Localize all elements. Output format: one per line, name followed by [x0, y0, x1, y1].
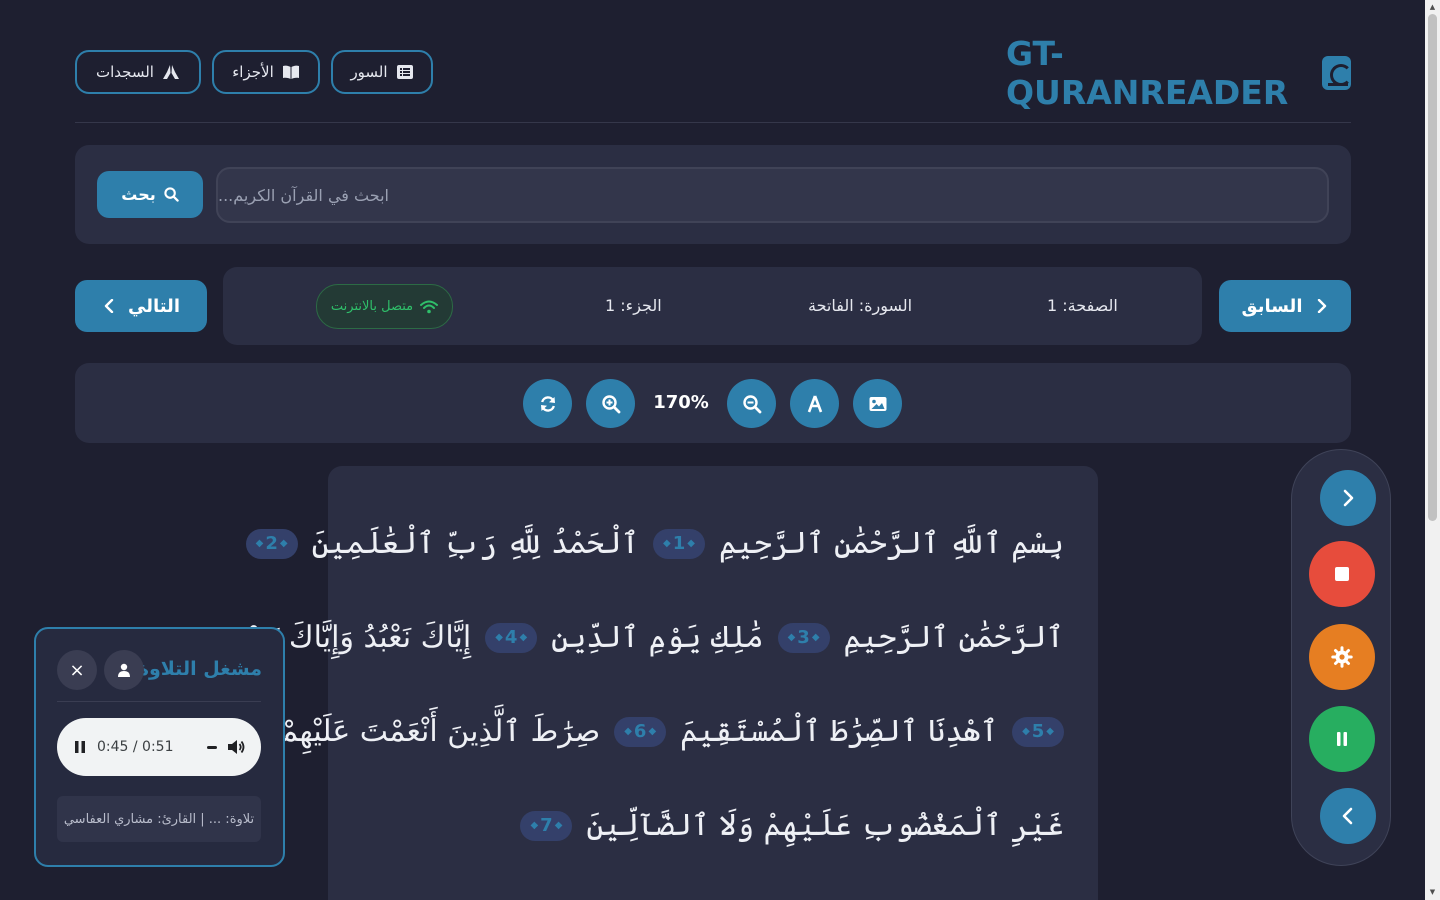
zoom-in-icon: [601, 394, 620, 413]
player-divider: [57, 701, 261, 702]
praying-hands-icon: [162, 65, 179, 79]
search-button-label: بحث: [121, 185, 156, 204]
ayah-text: ٱلرَّحْمَٰنِ ٱلرَّحِيمِ: [843, 620, 1064, 655]
zoom-level: 170%: [653, 392, 709, 413]
stop-button[interactable]: [1309, 541, 1375, 607]
ayah-number[interactable]: 5: [1012, 716, 1064, 747]
volume-icon[interactable]: [227, 739, 245, 755]
online-status-text: متصل بالانترنت: [330, 299, 414, 314]
brand[interactable]: GT-QURANREADER: [1006, 34, 1352, 112]
image-icon: [869, 396, 886, 411]
chevron-right-icon: [1343, 489, 1354, 507]
chevron-left-icon: [104, 299, 114, 313]
user-icon: [118, 663, 130, 677]
juz-button[interactable]: الأجزاء: [212, 50, 320, 94]
quran-line-4: غَيْرِ ٱلْمَغْضُوبِ عَلَيْهِمْ وَلَا ٱلض…: [520, 808, 1064, 843]
zoom-in-button[interactable]: [586, 379, 635, 428]
ayah-text: ٱهْدِنَا ٱلصِّرَٰطَ ٱلْمُسْتَقِيمَ: [680, 714, 999, 749]
stop-icon: [1335, 567, 1349, 581]
chevron-left-icon: [1342, 807, 1353, 825]
audio-controls[interactable]: 0:45 / 0:51: [57, 718, 261, 776]
search-placeholder: ابحث في القرآن الكريم...: [218, 185, 389, 205]
settings-button[interactable]: [1309, 624, 1375, 690]
ayah-text: غَيْرِ ٱلْمَغْضُوبِ عَلَيْهِمْ وَلَا ٱلض…: [586, 808, 1064, 843]
close-icon: ×: [69, 659, 85, 681]
pause-button[interactable]: [1309, 706, 1375, 772]
page-number: الصفحة: 1: [1047, 296, 1118, 315]
ayah-number[interactable]: 1: [653, 528, 705, 559]
prev-page-float-button[interactable]: [1320, 788, 1376, 844]
next-page-float-button[interactable]: [1320, 470, 1376, 526]
reset-zoom-button[interactable]: [523, 379, 572, 428]
online-status-badge: متصل بالانترنت: [316, 284, 453, 329]
next-button[interactable]: التالي: [75, 280, 207, 332]
ayah-number[interactable]: 6: [614, 716, 667, 747]
chevron-right-icon: [1317, 299, 1326, 313]
ayah-text: ٱلْحَمْدُ لِلَّهِ رَبِّ ٱلْعَٰلَمِينَ: [311, 526, 640, 561]
ayah-number[interactable]: 2: [245, 528, 298, 559]
brand-title: GT-QURANREADER: [1006, 34, 1289, 112]
scroll-up-icon[interactable]: ▲: [1428, 3, 1437, 11]
quran-line-1: بِسْمِ ٱللَّهِ ٱلرَّحْمَٰنِ ٱلرَّحِيمِ 1…: [245, 526, 1064, 561]
text-mode-button[interactable]: [790, 379, 839, 428]
search-button[interactable]: بحث: [97, 171, 203, 218]
header-divider: [75, 122, 1351, 123]
quran-line-2: ٱلرَّحْمَٰنِ ٱلرَّحِيمِ 3 مَٰلِكِ يَوْمِ…: [189, 620, 1064, 655]
search-icon: [164, 187, 179, 202]
zoom-out-button[interactable]: [727, 379, 776, 428]
font-icon: [807, 395, 822, 412]
progress-indicator[interactable]: [207, 745, 217, 749]
ayah-number[interactable]: 7: [520, 810, 573, 841]
ayah-text: مَٰلِكِ يَوْمِ ٱلدِّينِ: [551, 620, 764, 655]
scrollbar-thumb[interactable]: [1428, 14, 1437, 521]
ayah-number[interactable]: 4: [485, 622, 538, 653]
pause-icon[interactable]: [73, 740, 87, 754]
juz-number: الجزء: 1: [605, 296, 662, 315]
surahs-button[interactable]: السور: [331, 50, 433, 94]
previous-button[interactable]: السابق: [1219, 280, 1351, 332]
gear-icon: [1331, 646, 1353, 668]
scroll-down-icon[interactable]: ▼: [1428, 888, 1437, 896]
surah-name: السورة: الفاتحة: [808, 296, 913, 315]
reciter-select-button[interactable]: [104, 650, 144, 690]
ayah-number[interactable]: 3: [777, 622, 830, 653]
close-player-button[interactable]: ×: [57, 650, 97, 690]
list-icon: [396, 65, 413, 79]
toolbar-card: [75, 363, 1351, 443]
sajdah-button[interactable]: السجدات: [75, 50, 201, 94]
juz-label: الأجزاء: [232, 63, 274, 81]
pause-icon: [1337, 732, 1347, 746]
next-label: التالي: [127, 295, 180, 317]
player-title-text: مشغل التلاوة: [137, 658, 262, 680]
sajdah-label: السجدات: [96, 63, 154, 81]
ayah-text: صِرَٰطَ ٱلَّذِينَ أَنْعَمْتَ عَلَيْهِمْ: [279, 714, 601, 749]
image-mode-button[interactable]: [853, 379, 902, 428]
refresh-icon: [540, 395, 555, 412]
wifi-icon: [420, 300, 439, 313]
surahs-label: السور: [350, 63, 388, 81]
previous-label: السابق: [1241, 295, 1303, 317]
quran-logo-icon: [1322, 56, 1352, 90]
book-open-icon: [282, 65, 299, 79]
zoom-out-icon: [742, 394, 761, 413]
ayah-text: بِسْمِ ٱللَّهِ ٱلرَّحْمَٰنِ ٱلرَّحِيمِ: [718, 526, 1064, 561]
reciter-info: تلاوة: ... | القارئ: مشاري العفاسي: [57, 796, 261, 842]
search-input[interactable]: ابحث في القرآن الكريم...: [216, 167, 1329, 223]
quran-line-3: 5 ٱهْدِنَا ٱلصِّرَٰطَ ٱلْمُسْتَقِيمَ 6 ص…: [280, 714, 1064, 749]
audio-time: 0:45 / 0:51: [97, 739, 174, 755]
